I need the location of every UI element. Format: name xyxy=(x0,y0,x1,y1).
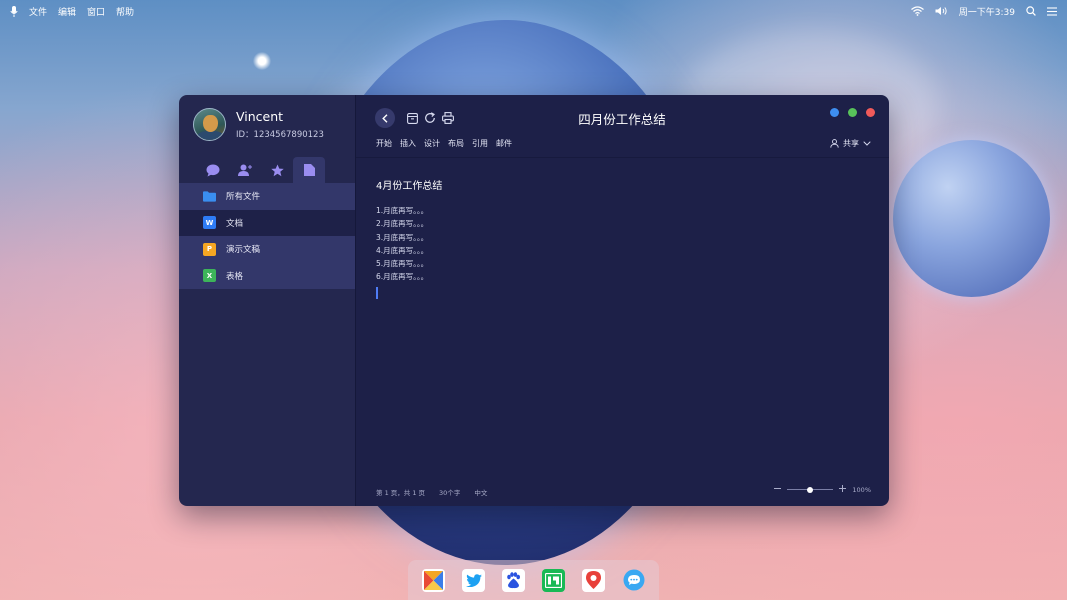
tab-favorites[interactable] xyxy=(261,157,293,183)
document-line: 6.月底再写。。。 xyxy=(376,272,429,282)
zoom-slider-thumb[interactable] xyxy=(807,486,814,493)
spreadsheet-icon: X xyxy=(203,269,216,283)
kite-icon xyxy=(424,570,443,590)
zoom-out-button[interactable] xyxy=(774,485,782,494)
presentation-icon: P xyxy=(203,242,216,256)
file-icon xyxy=(303,164,315,176)
microphone-icon[interactable] xyxy=(10,5,18,17)
volume-icon[interactable] xyxy=(935,6,948,16)
close-button[interactable] xyxy=(866,108,875,117)
file-category-list: 所有文件 W 文档 P 演示文稿 X 表格 xyxy=(179,183,355,289)
menu-window[interactable]: 窗口 xyxy=(87,5,105,18)
minimize-button[interactable] xyxy=(830,108,839,117)
document-line: 3.月底再写。。。 xyxy=(376,232,429,242)
folder-icon xyxy=(203,190,216,203)
window-controls xyxy=(830,108,875,117)
document-title: 四月份工作总结 xyxy=(578,112,666,127)
user-icon xyxy=(830,139,839,148)
zoom-control: 100% xyxy=(774,485,871,494)
tab-files[interactable] xyxy=(293,157,325,183)
document-line: 1.月底再写。。。 xyxy=(376,206,429,215)
menu-help[interactable]: 帮助 xyxy=(116,5,134,18)
document-body[interactable]: 4月份工作总结 1.月底再写。。。 2.月底再写。。。 3.月底再写。。。 4.… xyxy=(376,177,442,299)
document-app-window: Vincent ID：1234567890123 所有文件 W 文档 P 演示文… xyxy=(179,95,889,506)
document-heading: 4月份工作总结 xyxy=(376,181,443,192)
ribbon-tabs: 开始 插入 设计 布局 引用 邮件 xyxy=(376,138,512,149)
dock xyxy=(408,560,659,600)
user-profile[interactable]: Vincent ID：1234567890123 xyxy=(193,108,324,141)
avatar[interactable] xyxy=(193,108,226,141)
menu-list-icon[interactable] xyxy=(1047,6,1057,16)
add-contact-icon xyxy=(238,164,252,176)
ribbon-tab-insert[interactable]: 插入 xyxy=(400,138,416,149)
minus-icon xyxy=(774,488,782,489)
iqiyi-icon xyxy=(545,572,562,588)
sidebar-item-all-files[interactable]: 所有文件 xyxy=(179,183,355,210)
text-cursor xyxy=(376,286,378,299)
sidebar-tabs xyxy=(197,157,325,183)
share-button[interactable]: 共享 xyxy=(830,138,871,149)
editor-pane: 四月份工作总结 开始 插入 设计 布局 引用 邮件 共享 4月份工作总结 1.月… xyxy=(355,95,889,506)
dock-app-messages[interactable] xyxy=(622,569,645,592)
spotlight-search-icon[interactable] xyxy=(1026,6,1036,16)
clock[interactable]: 周一下午3:39 xyxy=(959,5,1015,18)
dock-app-kite[interactable] xyxy=(422,568,445,592)
sidebar: Vincent ID：1234567890123 所有文件 W 文档 P 演示文… xyxy=(179,95,355,506)
dock-app-iqiyi[interactable] xyxy=(542,568,565,592)
ribbon-tab-mailings[interactable]: 邮件 xyxy=(496,138,512,149)
word-count: 30个字 xyxy=(439,489,461,497)
page-count: 第 1 页，共 1 页 xyxy=(376,489,426,497)
sidebar-item-documents[interactable]: W 文档 xyxy=(179,209,355,236)
plus-icon xyxy=(839,485,847,492)
user-id: ID：1234567890123 xyxy=(236,130,324,140)
wallpaper-planet-small xyxy=(893,140,1050,297)
menu-edit[interactable]: 编辑 xyxy=(58,5,76,18)
zoom-slider[interactable] xyxy=(787,486,834,493)
sidebar-item-presentations[interactable]: P 演示文稿 xyxy=(179,236,355,263)
ribbon-tab-references[interactable]: 引用 xyxy=(472,138,488,149)
chat-bubble-icon xyxy=(206,164,220,176)
sidebar-item-label: 演示文稿 xyxy=(226,245,261,256)
ribbon-tab-design[interactable]: 设计 xyxy=(424,138,440,149)
language-indicator[interactable]: 中文 xyxy=(474,487,487,497)
sidebar-item-label: 所有文件 xyxy=(226,192,261,203)
maximize-button[interactable] xyxy=(848,108,857,117)
word-doc-icon: W xyxy=(203,216,216,230)
dock-app-baidu[interactable] xyxy=(502,568,525,592)
zoom-level: 100% xyxy=(852,485,871,494)
paw-icon xyxy=(507,571,520,588)
chevron-down-icon xyxy=(863,141,871,146)
map-pin-icon xyxy=(586,571,601,589)
status-bar: 第 1 页，共 1 页 30个字 中文 xyxy=(376,487,487,497)
dock-app-maps[interactable] xyxy=(582,568,605,592)
zoom-in-button[interactable] xyxy=(839,485,847,494)
tab-messages[interactable] xyxy=(197,157,229,183)
dock-app-twitter[interactable] xyxy=(462,568,485,592)
wifi-icon[interactable] xyxy=(910,6,924,16)
star-icon xyxy=(270,164,284,176)
document-line: 5.月底再写。。。 xyxy=(376,259,429,269)
menu-file[interactable]: 文件 xyxy=(29,5,47,18)
document-line: 4.月底再写。。。 xyxy=(376,245,429,255)
ribbon-tab-layout[interactable]: 布局 xyxy=(448,138,464,149)
message-bubble-icon xyxy=(623,569,644,591)
bird-icon xyxy=(465,573,482,587)
sidebar-item-label: 表格 xyxy=(226,271,244,282)
username: Vincent xyxy=(236,109,284,124)
menubar: 文件 编辑 窗口 帮助 周一下午3:39 xyxy=(0,0,1067,22)
toolbar-divider xyxy=(356,157,889,158)
sidebar-item-label: 文档 xyxy=(226,218,244,229)
ribbon-tab-home[interactable]: 开始 xyxy=(376,138,392,149)
document-line: 2.月底再写。。。 xyxy=(376,219,429,229)
share-label: 共享 xyxy=(843,139,859,148)
tab-contacts[interactable] xyxy=(229,157,261,183)
sidebar-item-spreadsheets[interactable]: X 表格 xyxy=(179,262,355,289)
wallpaper-star xyxy=(253,52,271,70)
